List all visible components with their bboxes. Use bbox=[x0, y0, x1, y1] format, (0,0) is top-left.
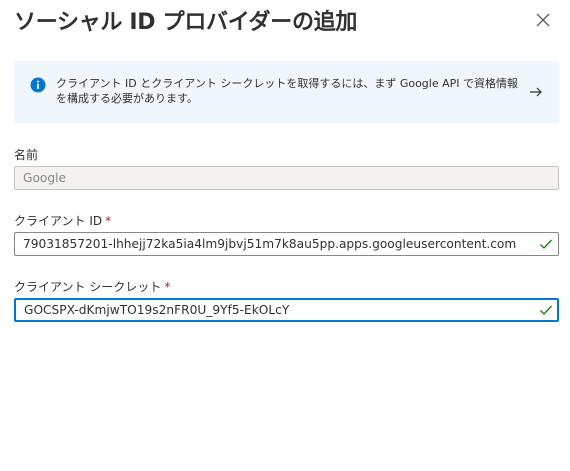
client-id-input[interactable] bbox=[23, 233, 539, 255]
client-secret-field[interactable] bbox=[14, 298, 559, 322]
client-id-field[interactable] bbox=[14, 232, 559, 256]
add-social-idp-panel: ソーシャル ID プロバイダーの追加 クライアント ID とクライアント シーク… bbox=[0, 0, 570, 471]
panel-title: ソーシャル ID プロバイダーの追加 bbox=[14, 10, 358, 35]
checkmark-icon bbox=[540, 239, 552, 249]
name-field bbox=[14, 166, 559, 190]
close-icon bbox=[536, 13, 550, 27]
info-message-bar[interactable]: クライアント ID とクライアント シークレットを取得するには、まず Googl… bbox=[14, 61, 559, 123]
client-secret-input[interactable] bbox=[24, 300, 540, 320]
client-id-label: クライアント ID * bbox=[14, 214, 112, 228]
required-mark: * bbox=[164, 280, 171, 294]
info-icon bbox=[30, 77, 46, 93]
checkmark-icon bbox=[540, 305, 552, 315]
name-input bbox=[23, 167, 539, 189]
name-label: 名前 bbox=[14, 148, 39, 162]
client-secret-label: クライアント シークレット * bbox=[14, 280, 171, 294]
close-button[interactable] bbox=[531, 8, 555, 32]
arrow-right-icon[interactable] bbox=[528, 84, 544, 100]
info-message-text: クライアント ID とクライアント シークレットを取得するには、まず Googl… bbox=[56, 77, 519, 105]
required-mark: * bbox=[105, 214, 112, 228]
